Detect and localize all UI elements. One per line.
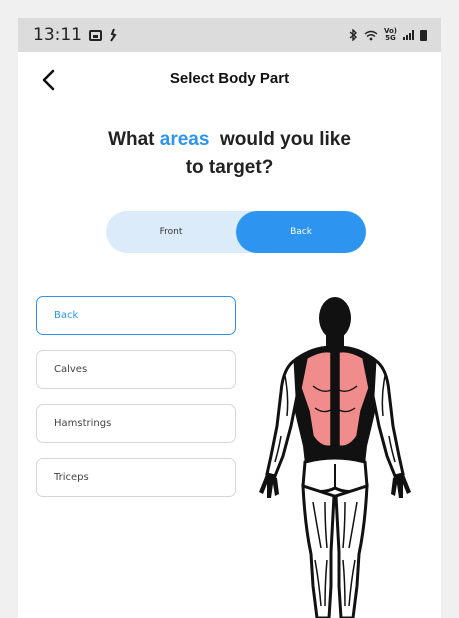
body-part-option-triceps[interactable]: Triceps (36, 458, 236, 497)
status-right: Vo) 5G (348, 28, 427, 42)
question-heading: What areas would you like to target? (18, 126, 441, 182)
body-part-list: Back Calves Hamstrings Triceps (36, 296, 236, 512)
gallery-notification-icon (89, 29, 102, 41)
body-part-option-back[interactable]: Back (36, 296, 236, 335)
toggle-back-option[interactable]: Back (236, 211, 366, 253)
volte-5g-indicator: Vo) 5G (384, 28, 397, 42)
status-time: 13:11 (33, 25, 82, 45)
page-title: Select Body Part (169, 70, 290, 87)
status-left: 13:11 (33, 25, 119, 45)
body-part-option-hamstrings[interactable]: Hamstrings (36, 404, 236, 443)
network-type-label: 5G (385, 34, 396, 42)
status-bar: 13:11 Vo) 5G (18, 18, 441, 52)
activity-notification-icon (110, 28, 117, 42)
signal-icon (403, 30, 414, 40)
question-accent-word: areas (159, 129, 210, 150)
question-text-start: What (108, 129, 160, 150)
header: Select Body Part (18, 62, 441, 98)
body-part-option-calves[interactable]: Calves (36, 350, 236, 389)
bluetooth-icon (349, 29, 357, 41)
app-screen: 13:11 Vo) 5G Select Body Part What areas… (18, 18, 441, 618)
question-text-line2: to target? (185, 157, 274, 178)
battery-icon (420, 29, 427, 41)
front-back-toggle[interactable]: Front Back (106, 211, 366, 253)
toggle-front-option[interactable]: Front (106, 211, 236, 253)
question-text-end: would you like (209, 129, 351, 150)
wifi-icon (364, 30, 378, 40)
body-back-view-illustration (259, 297, 411, 618)
